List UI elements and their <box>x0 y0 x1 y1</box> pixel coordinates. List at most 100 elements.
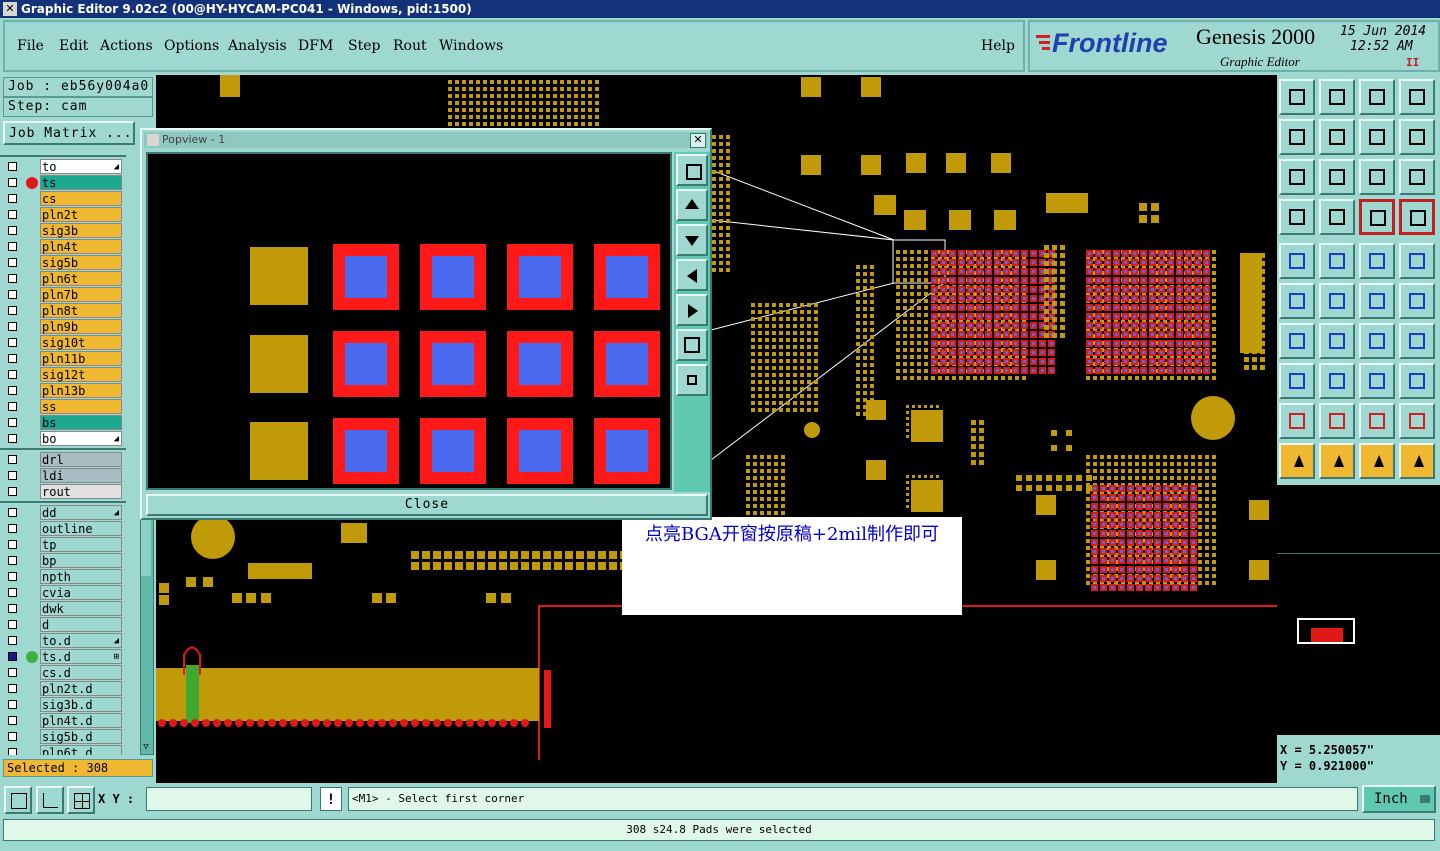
layer-row-pln2t.d[interactable]: pln2t.d <box>6 681 124 697</box>
layer-checkbox[interactable] <box>8 418 17 427</box>
pause-icon[interactable]: II <box>1406 56 1419 69</box>
layer-name[interactable]: pln2t.d <box>40 681 122 696</box>
layer-row-pln4t[interactable]: pln4t <box>6 239 124 255</box>
layer-row-rout[interactable]: rout <box>6 484 124 500</box>
layer-name[interactable]: sig3b <box>40 223 122 238</box>
layer-name[interactable]: pln6t <box>40 271 122 286</box>
layer-name[interactable]: tp <box>40 537 122 552</box>
layer-checkbox[interactable] <box>8 354 17 363</box>
pop-pan-down-button[interactable] <box>676 224 708 256</box>
layer-name[interactable]: cs <box>40 191 122 206</box>
layer-scrollbar[interactable]: ▽ <box>140 515 154 755</box>
tool-add-pad-button[interactable] <box>1279 283 1315 319</box>
layer-row-sig5b[interactable]: sig5b <box>6 255 124 271</box>
layer-row-d[interactable]: d <box>6 617 124 633</box>
tool-step-left-button[interactable] <box>1279 119 1315 155</box>
layer-checkbox[interactable] <box>8 178 17 187</box>
tool-move-to-button[interactable] <box>1399 283 1435 319</box>
close-icon[interactable]: ✕ <box>3 2 17 16</box>
layer-row-sig3b.d[interactable]: sig3b.d <box>6 697 124 713</box>
tool-move-button[interactable] <box>1359 283 1395 319</box>
tool-delete-button[interactable] <box>1319 283 1355 319</box>
layer-checkbox[interactable] <box>8 338 17 347</box>
layer-row-to[interactable]: to ◢ <box>6 159 124 175</box>
layer-checkbox[interactable] <box>8 748 17 755</box>
tool-line-button[interactable] <box>1279 323 1315 359</box>
layer-checkbox[interactable] <box>8 322 17 331</box>
layer-row-pln4t.d[interactable]: pln4t.d <box>6 713 124 729</box>
tool-wrench-button[interactable] <box>1279 199 1315 235</box>
tool-layers-b-button[interactable] <box>1399 199 1435 235</box>
layer-row-pln7b[interactable]: pln7b <box>6 287 124 303</box>
layer-name[interactable]: ts.d ⊞ <box>40 649 122 664</box>
layer-row-to.d[interactable]: to.d ◢ <box>6 633 124 649</box>
layer-checkbox[interactable] <box>8 242 17 251</box>
layer-name[interactable]: dwk <box>40 601 122 616</box>
tool-grid-button[interactable] <box>1319 199 1355 235</box>
tool-triangle-b-button[interactable] <box>1319 403 1355 439</box>
layer-name[interactable]: rout <box>40 484 122 499</box>
layer-name[interactable]: pln11b <box>40 351 122 366</box>
layer-checkbox[interactable] <box>8 434 17 443</box>
menu-file[interactable]: File <box>17 38 44 54</box>
layer-checkbox[interactable] <box>8 668 17 677</box>
zoom-box-button[interactable] <box>4 786 32 814</box>
tool-triangle-d-button[interactable] <box>1399 403 1435 439</box>
tool-center-button[interactable] <box>1319 159 1355 195</box>
layer-checkbox[interactable] <box>8 732 17 741</box>
layer-checkbox[interactable] <box>8 258 17 267</box>
tool-window-button[interactable] <box>1399 79 1435 115</box>
layer-checkbox[interactable] <box>8 572 17 581</box>
tool-measure-button[interactable] <box>1359 363 1395 399</box>
tool-triangle-a-button[interactable] <box>1279 403 1315 439</box>
tool-pointer-net-button[interactable] <box>1399 443 1435 479</box>
xy-input[interactable] <box>146 787 312 811</box>
popview-close-icon[interactable]: ✕ <box>690 133 706 148</box>
layer-row-bs[interactable]: bs <box>6 415 124 431</box>
menu-actions[interactable]: Actions <box>100 38 153 54</box>
menu-dfm[interactable]: DFM <box>298 38 333 54</box>
layer-name[interactable]: npth <box>40 569 122 584</box>
tool-copy-button[interactable] <box>1399 363 1435 399</box>
layer-name[interactable]: sig12t <box>40 367 122 382</box>
tool-pointer-box-button[interactable] <box>1319 443 1355 479</box>
layer-name[interactable]: pln7b <box>40 287 122 302</box>
layer-checkbox[interactable] <box>8 471 17 480</box>
scroll-down-icon[interactable]: ▽ <box>141 742 151 754</box>
layer-checkbox[interactable] <box>8 386 17 395</box>
tool-select-poly-button[interactable] <box>1319 243 1355 279</box>
layer-row-sig10t[interactable]: sig10t <box>6 335 124 351</box>
measure-button[interactable] <box>36 786 64 814</box>
tool-slash-button[interactable] <box>1319 323 1355 359</box>
layer-name[interactable]: ts <box>40 175 122 190</box>
tool-scale-button[interactable] <box>1359 159 1395 195</box>
popview-close-button[interactable]: Close <box>146 494 708 516</box>
layer-row-pln2t[interactable]: pln2t <box>6 207 124 223</box>
layer-name[interactable]: sig3b.d <box>40 697 122 712</box>
tool-triangle-c-button[interactable] <box>1359 403 1395 439</box>
layer-checkbox[interactable] <box>8 604 17 613</box>
layer-checkbox[interactable] <box>8 402 17 411</box>
layer-row-pln11b[interactable]: pln11b <box>6 351 124 367</box>
menu-step[interactable]: Step <box>348 38 380 54</box>
layer-row-bo[interactable]: bo ◢ <box>6 431 124 447</box>
layer-checkbox[interactable] <box>8 210 17 219</box>
menu-options[interactable]: Options <box>164 38 219 54</box>
layer-name[interactable]: bp <box>40 553 122 568</box>
layer-name[interactable]: to.d ◢ <box>40 633 122 648</box>
layer-checkbox[interactable] <box>8 652 17 661</box>
tool-save-button[interactable] <box>1319 79 1355 115</box>
layer-row-dd[interactable]: dd ◢ <box>6 505 124 521</box>
layer-checkbox[interactable] <box>8 194 17 203</box>
tool-add-poly-button[interactable] <box>1279 363 1315 399</box>
tool-select-pad-button[interactable] <box>1279 243 1315 279</box>
layer-name[interactable]: dd ◢ <box>40 505 122 520</box>
popview-canvas[interactable] <box>146 152 672 490</box>
tool-help-button[interactable] <box>1399 159 1435 195</box>
layer-checkbox[interactable] <box>8 620 17 629</box>
layer-name[interactable]: bs <box>40 415 122 430</box>
layer-row-ss[interactable]: ss <box>6 399 124 415</box>
units-selector[interactable]: Inch <box>1362 785 1436 813</box>
tool-arc-button[interactable] <box>1359 323 1395 359</box>
layer-row-pln8t[interactable]: pln8t <box>6 303 124 319</box>
